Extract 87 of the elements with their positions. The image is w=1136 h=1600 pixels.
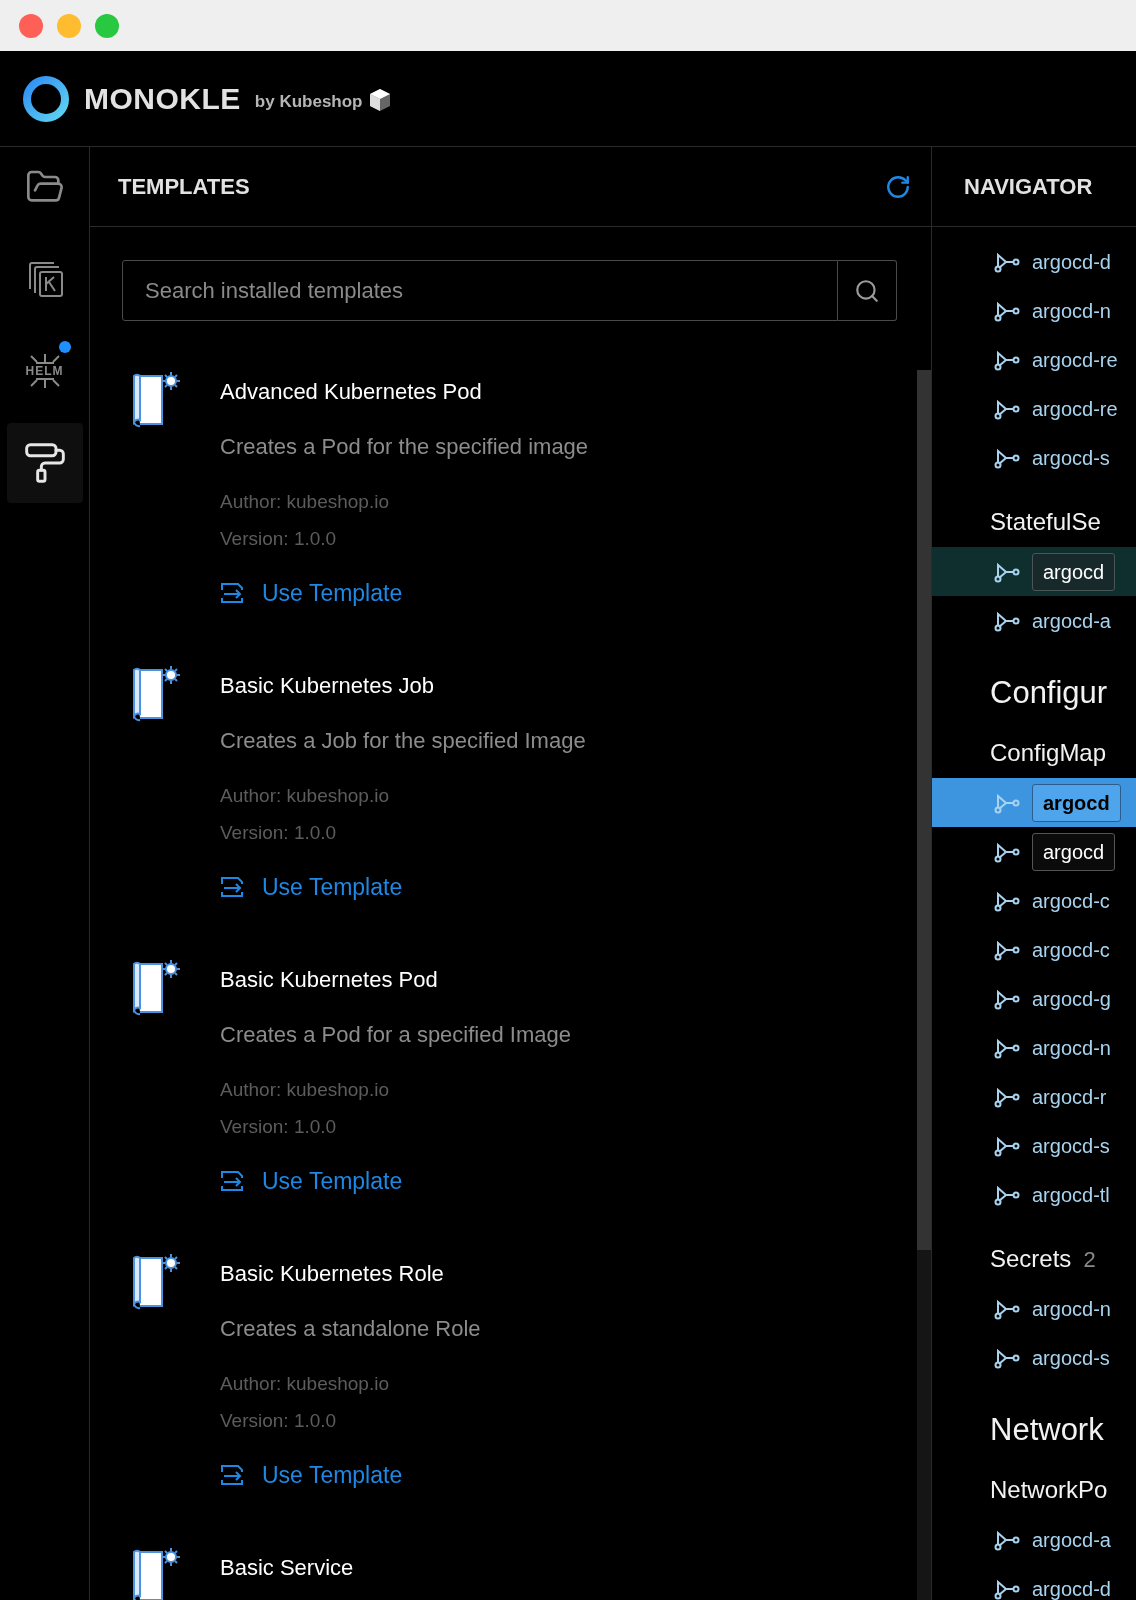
resource-name: argocd-a [1032, 608, 1111, 634]
resource-name: argocd-r [1032, 1084, 1107, 1110]
resource-row[interactable]: argocd [932, 778, 1136, 827]
panel-title: TEMPLATES [118, 173, 250, 201]
template-version: Version: 1.0.0 [220, 1409, 337, 1433]
scrollbar-thumb[interactable] [917, 370, 931, 1250]
resource-name: argocd-c [1032, 888, 1110, 914]
template-author: Author: kubeshop.io [220, 490, 389, 514]
search-button[interactable] [838, 260, 897, 321]
branch-icon [994, 397, 1020, 420]
branch-icon [994, 987, 1020, 1010]
paint-roller-icon [22, 441, 67, 485]
template-description: Creates a standalone Role [220, 1315, 481, 1343]
branch-icon [994, 840, 1020, 863]
branch-icon [994, 609, 1020, 632]
use-template-button[interactable]: Use Template [220, 1455, 403, 1495]
use-template-button[interactable]: Use Template [220, 1161, 403, 1201]
group-heading: StatefulSe [990, 507, 1101, 537]
resource-name: argocd [1032, 783, 1121, 822]
sidebar-tab[interactable] [6, 423, 83, 503]
branch-icon [994, 938, 1020, 961]
resource-name: argocd-g [1032, 986, 1111, 1012]
branch-icon [994, 250, 1020, 273]
export-icon [220, 581, 246, 605]
resource-name: argocd-n [1032, 1296, 1111, 1322]
template-version: Version: 1.0.0 [220, 821, 337, 845]
resource-name: argocd-d [1032, 1576, 1111, 1600]
branch-icon [994, 446, 1020, 469]
branch-icon [994, 791, 1020, 814]
resource-name: argocd-n [1032, 298, 1111, 324]
section-heading: Network [990, 1411, 1104, 1449]
template-description: Creates a Pod for a specified Image [220, 1021, 571, 1049]
template-author: Author: kubeshop.io [220, 784, 389, 808]
search-icon [854, 277, 880, 304]
brand-byline: by Kubeshop [254, 90, 363, 113]
use-template-button[interactable]: Use Template [220, 867, 403, 907]
branch-icon [994, 348, 1020, 371]
branch-icon [994, 299, 1020, 322]
search-field[interactable]: Search installed templates [122, 260, 838, 321]
section-heading: Configur [990, 674, 1108, 712]
resource-name: argocd-re [1032, 396, 1118, 422]
export-icon [220, 875, 246, 899]
template-version: Version: 1.0.0 [220, 1115, 337, 1139]
branch-icon [994, 560, 1020, 583]
template-title: Basic Service [220, 1554, 354, 1582]
export-icon [220, 1169, 246, 1193]
branch-icon [994, 889, 1020, 912]
brand-name: MONOKLE [84, 81, 241, 117]
template-description: Creates a Job for the specified Image [220, 727, 586, 755]
template-author: Author: kubeshop.io [220, 1078, 389, 1102]
use-template-button[interactable]: Use Template [220, 573, 403, 613]
template-title: Basic Kubernetes Pod [220, 966, 438, 994]
resource-name: argocd [1032, 552, 1116, 591]
resource-name: argocd-s [1032, 1345, 1110, 1371]
refresh-icon[interactable] [885, 173, 911, 200]
group-heading: Secrets [990, 1244, 1072, 1274]
resource-name: argocd-s [1032, 445, 1110, 471]
resource-name: argocd-d [1032, 249, 1111, 275]
template-version: Version: 1.0.0 [220, 527, 337, 551]
group-heading: ConfigMap [990, 738, 1107, 768]
resource-name: argocd-tl [1032, 1182, 1110, 1208]
template-title: Basic Kubernetes Job [220, 672, 435, 700]
branch-icon [994, 1297, 1020, 1320]
resource-name: argocd-a [1032, 1527, 1111, 1553]
branch-icon [994, 1528, 1020, 1551]
template-description: Creates a Pod for the specified image [220, 433, 589, 461]
ring-logo-icon [22, 74, 70, 123]
group-heading: NetworkPo [990, 1475, 1108, 1505]
resource-name: argocd-re [1032, 347, 1118, 373]
branch-icon [994, 1085, 1020, 1108]
template-title: Basic Kubernetes Role [220, 1260, 444, 1288]
template-author: Author: kubeshop.io [220, 1372, 389, 1396]
resource-name: argocd-n [1032, 1035, 1111, 1061]
branch-icon [994, 1036, 1020, 1059]
group-count: 2 [1083, 1245, 1096, 1274]
branch-icon [994, 1577, 1020, 1600]
panel-title: NAVIGATOR [964, 173, 1093, 201]
branch-icon [994, 1134, 1020, 1157]
branch-icon [994, 1183, 1020, 1206]
resource-name: argocd-c [1032, 937, 1110, 963]
resource-name: argocd-s [1032, 1133, 1110, 1159]
template-title: Advanced Kubernetes Pod [220, 378, 482, 406]
window-control[interactable] [19, 13, 43, 38]
resource-row[interactable]: argocd [932, 547, 1136, 596]
branch-icon [994, 1346, 1020, 1369]
export-icon [220, 1463, 246, 1487]
resource-name: argocd [1032, 832, 1116, 871]
